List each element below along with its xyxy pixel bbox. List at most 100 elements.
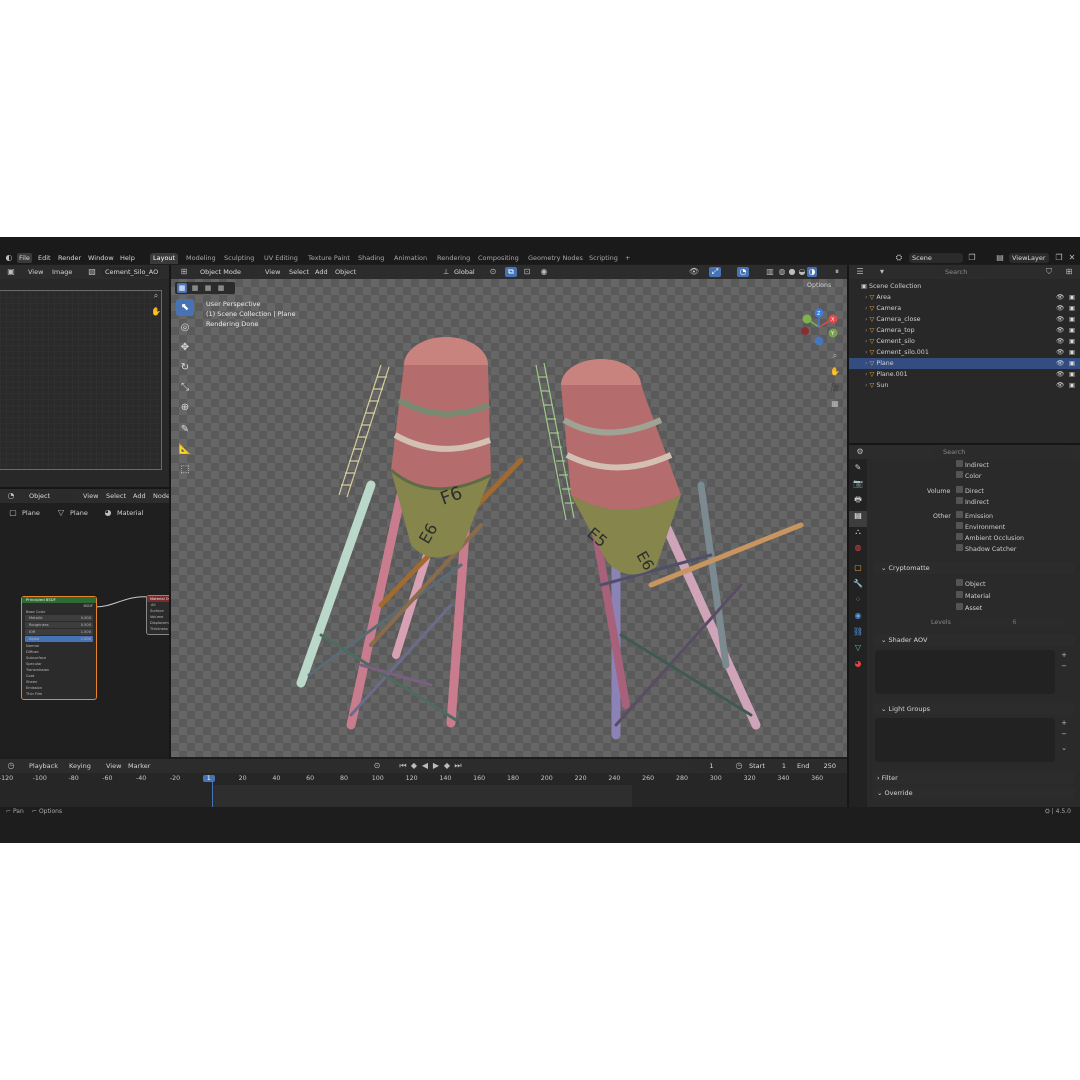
render-tab-icon[interactable]: 📷 <box>849 479 867 495</box>
pan-view-icon[interactable]: ✋ <box>828 367 842 383</box>
override-section[interactable]: ⌄ Override <box>873 787 1075 799</box>
properties-type-icon[interactable]: ⚙ <box>853 447 867 457</box>
select-tool-icon[interactable]: ⬉ <box>176 299 194 316</box>
bsdf-input-row[interactable]: IOR 1.500 <box>25 629 93 635</box>
playback-menu[interactable]: Playback <box>29 759 58 773</box>
material-shading-icon[interactable]: ◒ <box>797 267 807 277</box>
indirect-check-row[interactable]: Indirect <box>956 460 989 471</box>
camera-icon[interactable]: ▣ <box>1069 336 1075 347</box>
checkbox[interactable] <box>956 511 963 518</box>
viewport-object-menu[interactable]: Object <box>335 265 356 279</box>
orientation-dropdown[interactable]: Global <box>451 267 483 277</box>
remove-light-group-icon[interactable]: − <box>1059 729 1069 739</box>
viewport-type-icon[interactable]: ⊞ <box>177 267 191 277</box>
scene-collection-row[interactable]: ▣ Scene Collection <box>861 281 1061 292</box>
measure-tool-icon[interactable]: 📐 <box>176 441 194 458</box>
jump-end-icon[interactable]: ⏭ <box>453 761 463 771</box>
tab-compositing[interactable]: Compositing <box>475 253 522 264</box>
shader-aov-list[interactable] <box>875 650 1055 694</box>
orientation-icon[interactable]: ⟂ <box>441 267 451 277</box>
select-subtract-icon[interactable]: ▦ <box>203 283 213 293</box>
chevron-down-icon[interactable]: ⌄ <box>1059 743 1069 753</box>
visibility-icon[interactable]: 👁 <box>688 267 700 277</box>
outliner-item[interactable]: › ▽ Cement_silo 👁 ▣ <box>849 336 1080 347</box>
cursor-tool-icon[interactable]: ◎ <box>176 319 194 336</box>
filter-section[interactable]: › Filter <box>873 772 1075 784</box>
start-frame-field[interactable]: Start 1 <box>746 761 790 771</box>
end-frame-field[interactable]: End 250 <box>794 761 840 771</box>
menu-render[interactable]: Render <box>58 253 81 263</box>
node-menu[interactable]: Node <box>153 489 169 503</box>
jump-start-icon[interactable]: ⏮ <box>398 761 408 771</box>
eye-icon[interactable]: 👁 <box>1056 325 1064 336</box>
scene-tab-icon[interactable]: ⛬ <box>849 527 867 543</box>
add-workspace-button[interactable]: + <box>622 253 633 264</box>
tab-layout[interactable]: Layout <box>150 253 179 264</box>
bsdf-input-row[interactable]: Metallic 0.000 <box>25 615 93 621</box>
move-tool-icon[interactable]: ✥ <box>176 339 194 356</box>
checkbox[interactable] <box>956 460 963 467</box>
checkbox[interactable] <box>956 603 963 610</box>
outliner-item[interactable]: › ▽ Cement_silo.001 👁 ▣ <box>849 347 1080 358</box>
frame-ruler[interactable]: -120 -100 -80 -60 -40 -20 1 20 40 60 80 100 120 140 16… <box>0 773 849 785</box>
remove-aov-icon[interactable]: − <box>1059 661 1069 671</box>
tab-geometry-nodes[interactable]: Geometry Nodes <box>525 253 586 264</box>
outliner-item[interactable]: › ▽ Sun 👁 ▣ <box>849 380 1080 391</box>
crypto-material-row[interactable]: Material <box>956 591 991 602</box>
eye-icon[interactable]: 👁 <box>1056 347 1064 358</box>
outliner-item[interactable]: › ▽ Area 👁 ▣ <box>849 292 1080 303</box>
emission-check-row[interactable]: Emission <box>956 511 993 522</box>
levels-field[interactable]: 6 <box>956 618 1070 627</box>
select-box-icon[interactable]: ▦ <box>177 283 187 293</box>
remove-view-layer-icon[interactable]: ✕ <box>1066 253 1078 263</box>
shadow-check-row[interactable]: Shadow Catcher <box>956 544 1017 555</box>
output-tab-icon[interactable]: 🖶 <box>849 495 867 511</box>
tab-uv-editing[interactable]: UV Editing <box>261 253 301 264</box>
eye-icon[interactable]: 👁 <box>1056 380 1064 391</box>
filter-icon[interactable]: ⛉ <box>1043 267 1055 277</box>
camera-view-icon[interactable]: 🎥 <box>828 383 842 399</box>
light-groups-list[interactable] <box>875 718 1055 762</box>
camera-icon[interactable]: ▣ <box>1069 369 1075 380</box>
modifier-tab-icon[interactable]: 🔧 <box>849 579 867 595</box>
new-scene-icon[interactable]: ❐ <box>966 253 978 263</box>
eye-icon[interactable]: 👁 <box>1056 358 1064 369</box>
scale-tool-icon[interactable]: ⤡ <box>176 379 194 396</box>
tab-sculpting[interactable]: Sculpting <box>221 253 257 264</box>
overlay-toggle-icon[interactable]: ◔ <box>737 267 749 277</box>
blender-logo-icon[interactable]: ◐ <box>4 253 14 263</box>
object-tab-icon[interactable]: ▢ <box>849 563 867 579</box>
prev-keyframe-icon[interactable]: ◆ <box>409 761 419 771</box>
light-groups-section[interactable]: ⌄ Light Groups <box>873 703 1075 715</box>
zoom-view-icon[interactable]: ⌕ <box>828 351 842 367</box>
tab-animation[interactable]: Animation <box>391 253 430 264</box>
particles-tab-icon[interactable]: ⁘ <box>849 595 867 611</box>
divider[interactable] <box>0 487 169 489</box>
outliner-item[interactable]: › ▽ Plane 👁 ▣ <box>849 358 1080 369</box>
indirect2-check-row[interactable]: Indirect <box>956 497 989 508</box>
timeline-type-icon[interactable]: ◷ <box>4 761 18 771</box>
material-tab-icon[interactable]: ◕ <box>849 659 867 675</box>
add-light-group-icon[interactable]: + <box>1059 718 1069 728</box>
select-invert-icon[interactable]: ▦ <box>216 283 226 293</box>
checkbox[interactable] <box>956 591 963 598</box>
tab-rendering[interactable]: Rendering <box>434 253 473 264</box>
tab-scripting[interactable]: Scripting <box>586 253 621 264</box>
node-view-menu[interactable]: View <box>83 489 98 503</box>
outliner-item[interactable]: › ▽ Camera_top 👁 ▣ <box>849 325 1080 336</box>
physics-tab-icon[interactable]: ◉ <box>849 611 867 627</box>
tab-modeling[interactable]: Modeling <box>183 253 219 264</box>
pause-render-icon[interactable]: ⏸ <box>831 267 843 277</box>
view-layer-icon[interactable]: ▤ <box>993 253 1007 263</box>
checkbox[interactable] <box>956 522 963 529</box>
divider[interactable] <box>847 265 849 807</box>
eye-icon[interactable]: 👁 <box>1056 303 1064 314</box>
add-aov-icon[interactable]: + <box>1059 650 1069 660</box>
outliner-item[interactable]: › ▽ Camera 👁 ▣ <box>849 303 1080 314</box>
snap-target-icon[interactable]: ⊡ <box>521 267 533 277</box>
outliner-search-input[interactable]: Search <box>935 267 991 277</box>
marker-menu[interactable]: Marker <box>128 759 150 773</box>
eye-icon[interactable]: 👁 <box>1056 336 1064 347</box>
checkbox[interactable] <box>956 497 963 504</box>
crypto-object-row[interactable]: Object <box>956 579 986 590</box>
